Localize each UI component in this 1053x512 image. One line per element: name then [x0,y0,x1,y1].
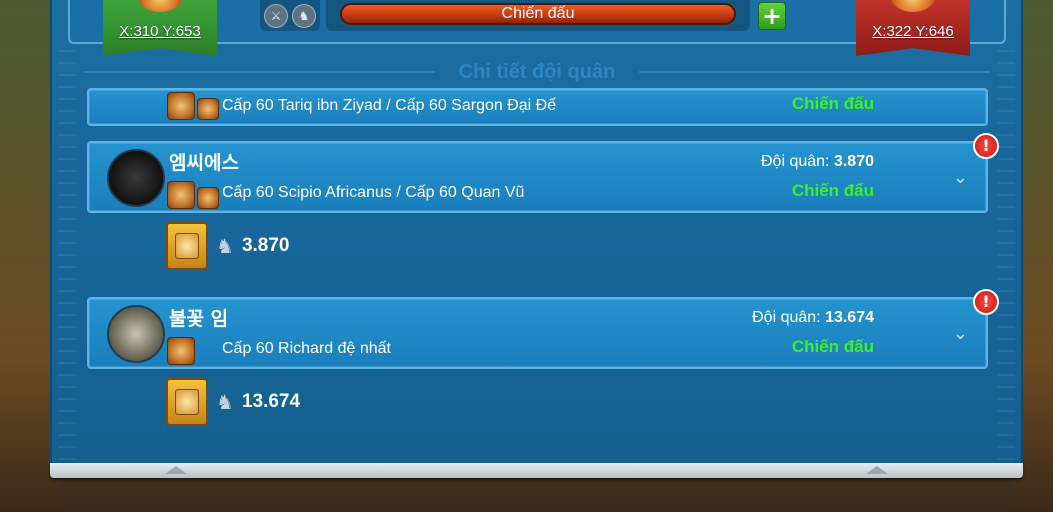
add-troops-button[interactable]: + [758,2,786,30]
commander-names: Cấp 60 Richard đệ nhất [222,340,391,357]
status-label: Chiến đấu [791,94,874,113]
commander-portrait-icon [197,187,219,209]
status-label: Chiến đấu [791,337,874,356]
commander-names: Cấp 60 Tariq ibn Ziyad / Cấp 60 Sargon Đ… [222,97,557,114]
section-title: Chi tiết đội quân [68,60,1006,84]
commander-icons [167,92,219,120]
panel-border-right [997,50,1015,460]
fight-status-bar: Chiến đấu [340,3,736,25]
chevron-down-icon[interactable]: ⌄ [953,167,968,188]
horse-icon: ♞ [216,390,234,414]
detail-count: 13.674 [241,391,301,412]
commander-names: Cấp 60 Scipio Africanus / Cấp 60 Quan Vũ [222,184,525,201]
attacker-coordinates[interactable]: X:310 Y:653 [119,23,200,40]
defender-emblem-icon [891,0,935,12]
troop-detail: ♞ 3.870 [166,222,289,270]
commander-icons [167,337,195,365]
commander-portrait-icon [167,337,195,365]
alert-icon[interactable]: ! [973,289,999,315]
troop-label: Đội quân: [752,309,821,326]
troop-count: Đội quân: 13.674 [752,309,874,327]
section-title-text: Chi tiết đội quân [458,60,616,83]
formation-icons: ⚔ ♞ [260,0,320,31]
alert-icon[interactable]: ! [973,133,999,159]
troop-row[interactable]: 엠씨에스 Cấp 60 Scipio Africanus / Cấp 60 Qu… [87,141,988,213]
horse-icon: ♞ [216,234,234,258]
attacker-emblem-icon [138,0,182,12]
troop-value: 13.674 [825,309,874,326]
unit-type-icon [166,378,208,426]
commander-icons [167,181,219,209]
attacker-flag[interactable]: X:310 Y:653 [103,0,217,56]
player-avatar[interactable] [107,149,165,207]
commander-portrait-icon [197,98,219,120]
status-label: Chiến đấu [791,181,874,200]
troop-row[interactable]: 불꽃 임 Cấp 60 Richard đệ nhất Đội quân: 13… [87,297,988,369]
player-name: 불꽃 임 [169,308,229,330]
cavalry-icon: ♞ [292,3,316,28]
commander-portrait-icon [167,181,195,209]
player-avatar[interactable] [107,305,165,363]
panel-border-left [58,50,76,460]
defender-coordinates[interactable]: X:322 Y:646 [872,23,953,40]
fight-bar-container: Chiến đấu [326,0,750,31]
troop-count: Đội quân: 3.870 [761,153,874,171]
unit-type-icon [166,222,208,270]
infantry-icon: ⚔ [264,3,288,28]
troop-label: Đội quân: [761,153,830,170]
player-name: 엠씨에스 [169,152,239,174]
title-divider-left [84,71,435,73]
troop-detail: ♞ 13.674 [166,378,300,426]
defender-flag[interactable]: X:322 Y:646 [856,0,970,56]
chevron-down-icon[interactable]: ⌄ [953,323,968,344]
troop-value: 3.870 [833,153,874,170]
detail-count: 3.870 [241,235,290,256]
troop-row[interactable]: Cấp 60 Tariq ibn Ziyad / Cấp 60 Sargon Đ… [87,88,988,126]
commander-portrait-icon [167,92,195,120]
title-divider-right [639,71,990,73]
